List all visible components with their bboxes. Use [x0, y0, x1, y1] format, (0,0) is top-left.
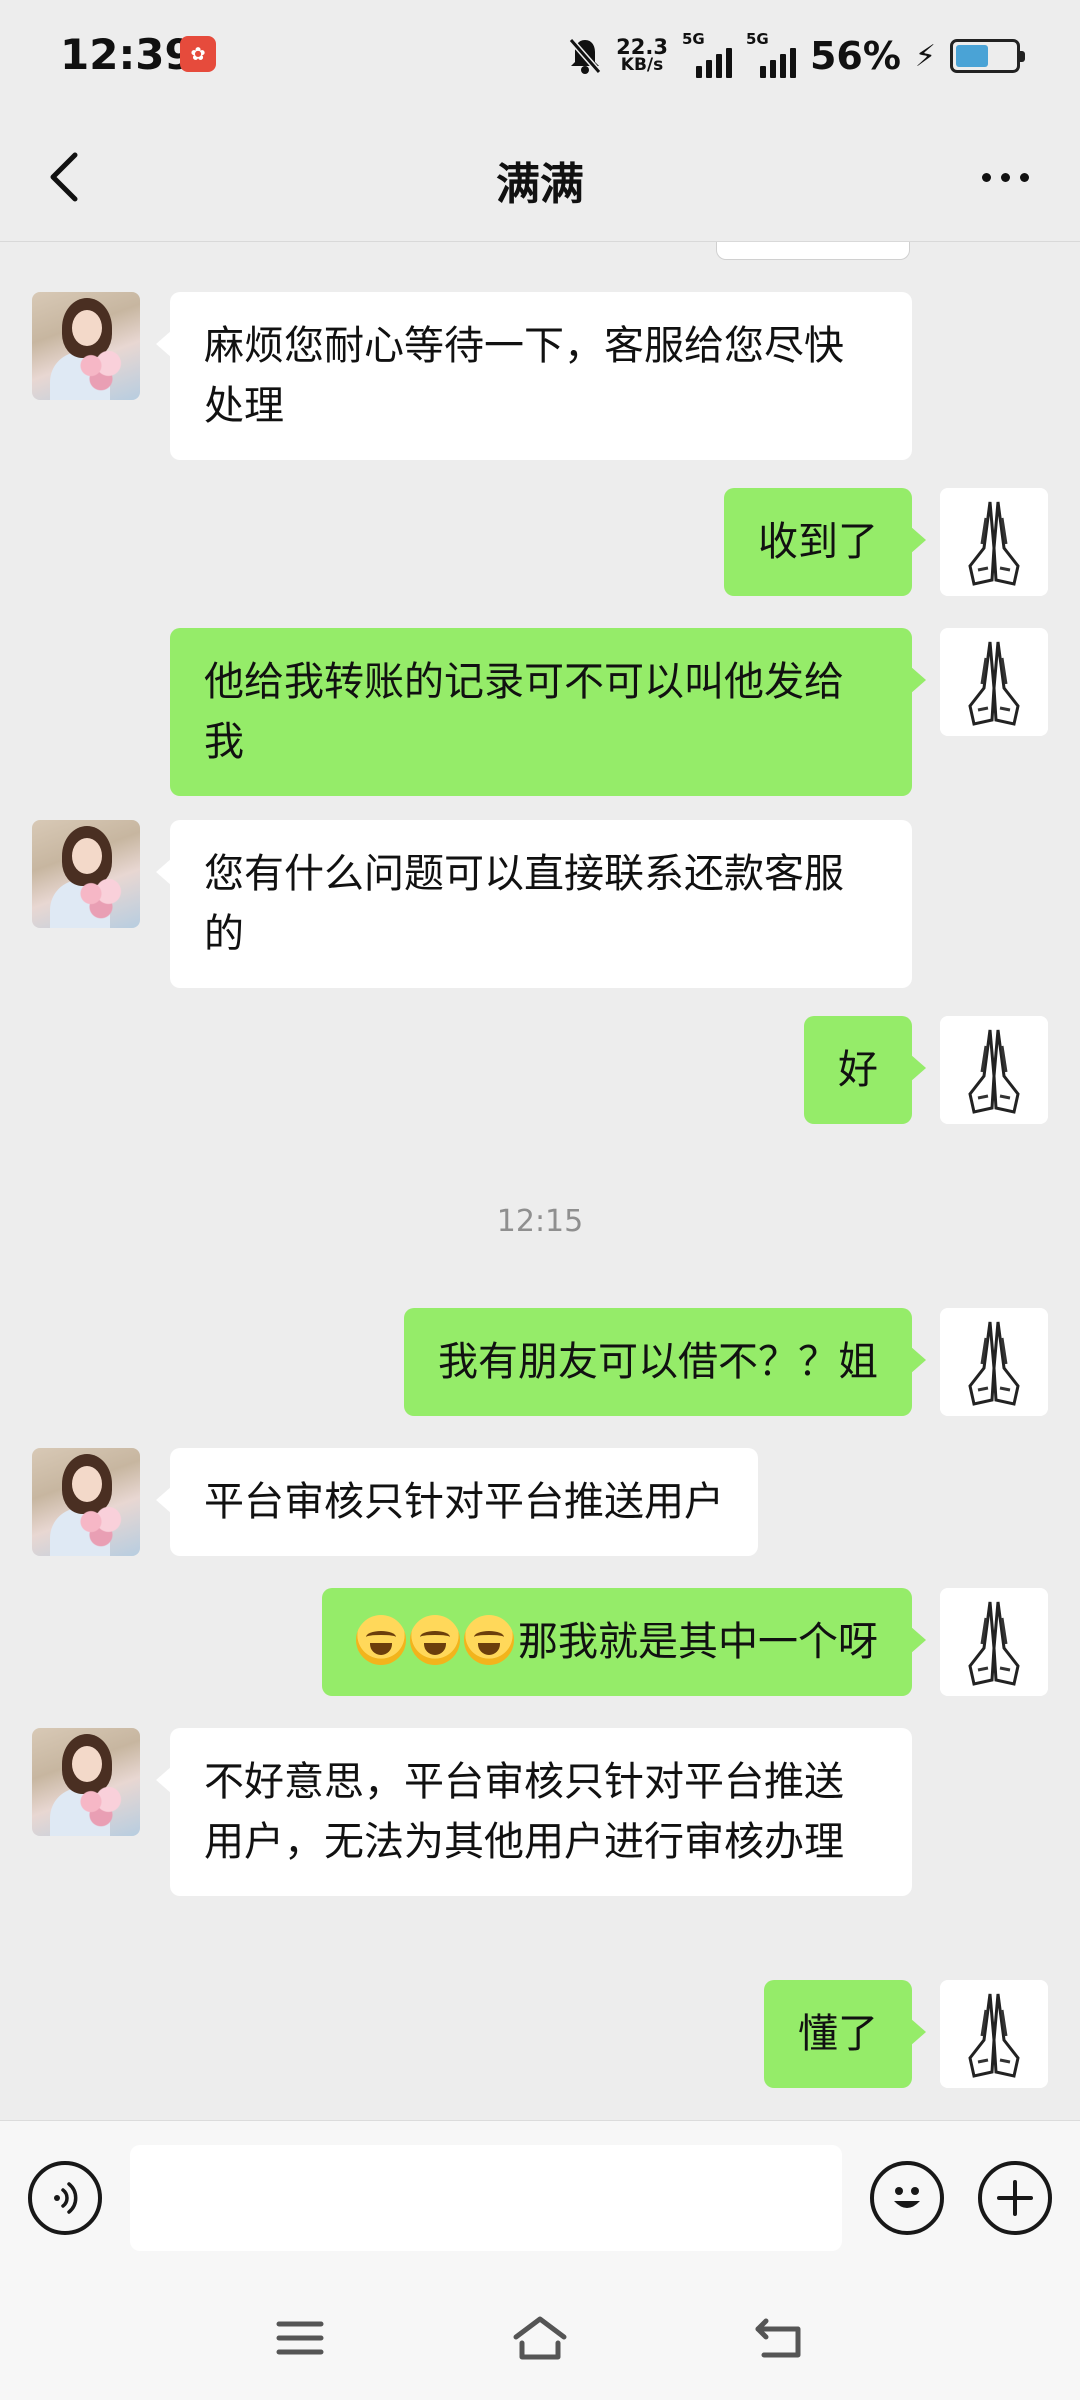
status-time: 12:39 — [60, 30, 194, 79]
timestamp-separator: 12:15 — [496, 1204, 584, 1239]
sent-message-bubble[interactable]: 那我就是其中一个呀 — [322, 1588, 926, 1696]
signal-strength-1-icon: 5G — [682, 30, 732, 78]
signal-1-tag: 5G — [681, 30, 705, 48]
received-message-bubble[interactable]: 不好意思，平台审核只针对平台推送用户，无法为其他用户进行审核办理 — [156, 1728, 912, 1896]
received-message-bubble[interactable]: 平台审核只针对平台推送用户 — [156, 1448, 758, 1556]
praying-hands-icon — [940, 1016, 1048, 1124]
praying-hands-icon — [940, 488, 1048, 596]
message-text: 那我就是其中一个呀 — [518, 1619, 878, 1665]
chat-input-bar — [0, 2120, 1080, 2275]
contact-avatar[interactable] — [32, 1448, 140, 1556]
mute-bell-icon — [568, 38, 602, 74]
my-avatar[interactable] — [940, 1308, 1048, 1416]
sent-message-bubble[interactable]: 好 — [804, 1016, 926, 1124]
my-avatar[interactable] — [940, 1016, 1048, 1124]
more-options-button[interactable] — [960, 142, 1050, 212]
app-notification-icon: ✿ — [180, 36, 216, 72]
my-avatar[interactable] — [940, 628, 1048, 736]
status-bar: 12:39 ✿ 22.3 KB/s 5G 5G 56% ⚡ — [0, 0, 1080, 112]
received-message-bubble[interactable]: 麻烦您耐心等待一下，客服给您尽快处理 — [156, 292, 912, 460]
battery-percent: 56% — [809, 34, 901, 78]
battery-icon — [950, 39, 1025, 73]
battery-level-fill — [956, 45, 989, 67]
emoji-button[interactable] — [870, 2161, 944, 2235]
sent-message-bubble[interactable]: 我有朋友可以借不？？姐 — [404, 1308, 926, 1416]
sent-message-bubble[interactable]: 收到了 — [724, 488, 926, 596]
more-functions-button[interactable] — [978, 2161, 1052, 2235]
praying-hands-icon — [940, 628, 1048, 736]
my-avatar[interactable] — [940, 1980, 1048, 2088]
more-dots-icon — [981, 172, 991, 182]
back-arrow-icon — [755, 2318, 801, 2358]
net-speed-value: 22.3 — [616, 35, 668, 59]
emoji-icon — [894, 2187, 920, 2208]
my-avatar[interactable] — [940, 488, 1048, 596]
plus-icon — [997, 2180, 1033, 2216]
home-icon — [513, 2316, 567, 2360]
signal-2-tag: 5G — [745, 30, 769, 48]
system-back-button[interactable] — [745, 2303, 815, 2373]
voice-icon — [54, 2182, 78, 2214]
network-speed: 22.3 KB/s — [616, 35, 668, 75]
charging-bolt-icon: ⚡ — [914, 38, 936, 74]
contact-avatar[interactable] — [32, 820, 140, 928]
praying-hands-icon — [940, 1308, 1048, 1416]
contact-avatar[interactable] — [32, 1728, 140, 1836]
chat-title: 满满 — [496, 159, 584, 210]
voice-input-button[interactable] — [28, 2161, 102, 2235]
message-list[interactable]: 麻烦您耐心等待一下，客服给您尽快处理 收到了 他给我转账的记录可不可以叫他发给我 — [0, 242, 1080, 2122]
system-menu-button[interactable] — [265, 2303, 335, 2373]
sent-message-bubble[interactable]: 懂了 — [764, 1980, 926, 2088]
system-home-button[interactable] — [505, 2303, 575, 2373]
my-avatar[interactable] — [940, 1588, 1048, 1696]
system-navigation-bar — [0, 2275, 1080, 2400]
message-input[interactable] — [130, 2145, 842, 2251]
net-speed-unit: KB/s — [620, 55, 664, 75]
contact-avatar[interactable] — [32, 292, 140, 400]
partial-message-card — [716, 242, 910, 260]
signal-strength-2-icon: 5G — [746, 30, 796, 78]
praying-hands-icon — [940, 1588, 1048, 1696]
laugh-cry-emoji-icon — [464, 1615, 514, 1665]
praying-hands-icon — [940, 1980, 1048, 2088]
laugh-cry-emoji-icon — [356, 1615, 406, 1665]
laugh-cry-emoji-icon — [410, 1615, 460, 1665]
received-message-bubble[interactable]: 您有什么问题可以直接联系还款客服的 — [156, 820, 912, 988]
sent-message-bubble[interactable]: 他给我转账的记录可不可以叫他发给我 — [170, 628, 926, 796]
status-indicators: 22.3 KB/s 5G 5G 56% ⚡ — [568, 26, 1025, 86]
chat-header: 满满 — [0, 112, 1080, 242]
menu-icon — [276, 2321, 324, 2355]
